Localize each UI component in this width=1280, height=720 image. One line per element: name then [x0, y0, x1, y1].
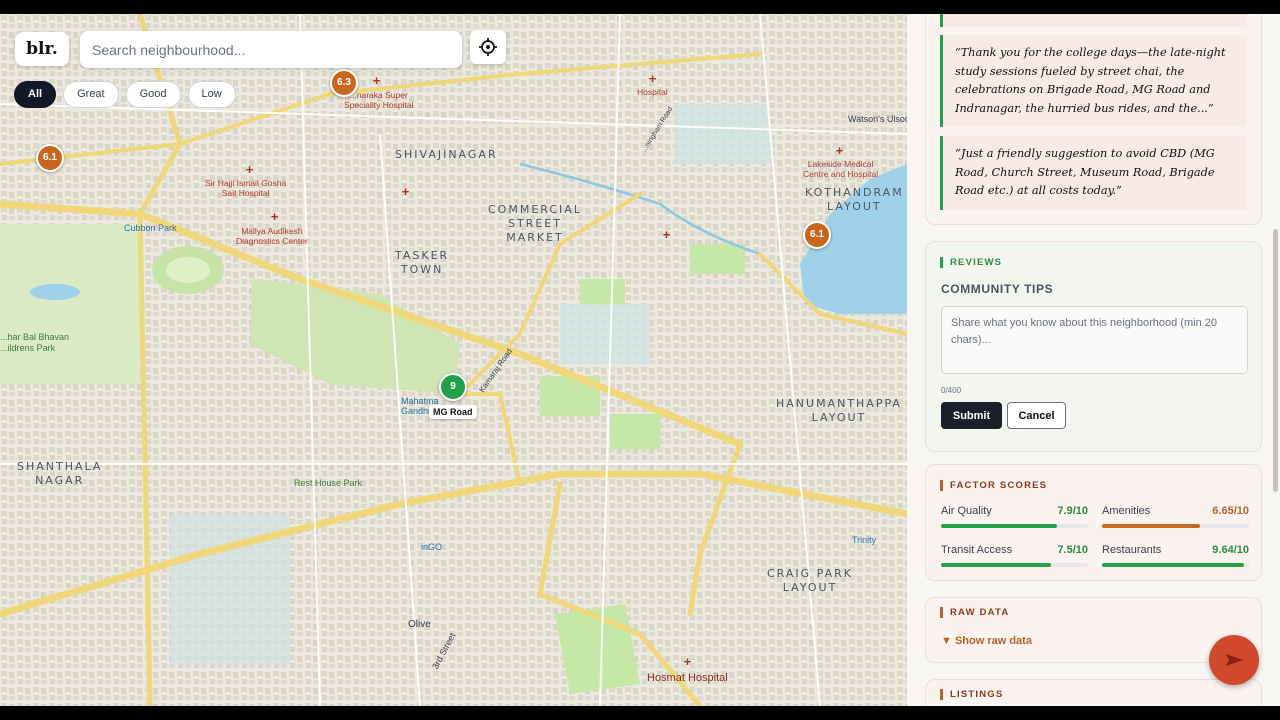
show-raw-data-toggle[interactable]: ▼ Show raw data [941, 635, 1032, 647]
score-marker[interactable]: 6.1 [803, 221, 831, 249]
map-base [0, 14, 907, 706]
factor-value: 9.64/10 [1212, 544, 1249, 556]
factor-name: Air Quality [941, 505, 992, 517]
factor-name: Restaurants [1102, 544, 1162, 556]
factor-bar-fill [941, 524, 1058, 528]
factor-bar-track [1102, 563, 1249, 567]
quote-item: “Just a friendly suggestion to avoid CBD… [940, 136, 1247, 210]
hospital-icon: + [372, 73, 381, 88]
score-marker-selected[interactable]: 9 [439, 373, 467, 401]
factor-bar-fill [941, 563, 1052, 567]
panel-scrollbar[interactable] [1273, 229, 1278, 492]
factor-value: 7.9/10 [1057, 505, 1088, 517]
poi-label-olive: Olive [408, 619, 431, 630]
poi-label-watsons: Watson's Ulsoo [848, 114, 907, 124]
filter-all[interactable]: All [14, 81, 57, 108]
factor-bar-track [941, 563, 1088, 567]
factor-bar-track [1102, 524, 1249, 528]
poi-label-bal-bhavan: ...har Bal Bhavan ...ildrens Park [0, 332, 70, 353]
reviews-card: REVIEWS COMMUNITY TIPS 0/400 Submit Canc… [925, 241, 1262, 452]
map-view[interactable]: SHIVAJINAGAR COMMERCIAL STREET MARKET TA… [0, 14, 907, 706]
poi-label-ingo: inGO [421, 542, 443, 552]
poi-label-rest-house-park: Rest House Park [294, 478, 363, 488]
selected-neighbourhood-label: MG Road [429, 405, 477, 419]
poi-label-cubbon-park: Cubbon Park [124, 223, 177, 233]
filter-good[interactable]: Good [125, 81, 181, 108]
locate-button[interactable] [470, 30, 506, 64]
filter-chips: All Great Good Low [14, 81, 236, 108]
listings-tag: LISTINGS [940, 689, 1003, 700]
poi-label-narayana: ...narakа Super Speciality Hospital [344, 90, 414, 110]
crosshair-icon [479, 38, 497, 56]
poi-label-hosmat: Hosmat Hospital [647, 672, 728, 684]
filter-great[interactable]: Great [63, 81, 119, 108]
raw-data-tag: RAW DATA [940, 607, 1009, 618]
submit-button[interactable]: Submit [941, 402, 1002, 429]
hospital-icon: + [401, 184, 410, 199]
send-icon [1226, 654, 1243, 666]
area-label-shivajinagar: SHIVAJINAGAR [395, 148, 498, 161]
quote-item: “Thank you for the college days—the late… [940, 35, 1247, 127]
poi-label-hospital: Hospital [637, 87, 668, 97]
community-tip-input[interactable] [941, 306, 1248, 374]
app-root: SHIVAJINAGAR COMMERCIAL STREET MARKET TA… [0, 14, 1280, 706]
poi-label-haji-gosha: Sir Hajji Ismail Gosha Sait Hospital [205, 178, 287, 198]
area-label-tasker-town: TASKER TOWN [395, 249, 450, 276]
hospital-icon: + [245, 162, 254, 177]
quote-partial [940, 14, 1247, 27]
factor-bar-track [941, 524, 1088, 528]
community-tips-title: COMMUNITY TIPS [941, 282, 1054, 296]
poi-label-mallya: Mallya Audikesh Diagnostics Center [236, 226, 308, 246]
area-label-commercial-street: COMMERCIAL STREET MARKET [488, 203, 582, 244]
score-marker[interactable]: 6.1 [36, 144, 64, 172]
factor-name: Transit Access [941, 544, 1013, 556]
char-counter: 0/400 [941, 386, 962, 395]
factor-bar-fill [1102, 524, 1200, 528]
hospital-icon: + [648, 71, 657, 86]
send-fab-button[interactable] [1209, 635, 1259, 685]
area-label-hanumanthappa: HANUMANTHAPPA LAYOUT [776, 397, 902, 424]
hospital-icon: + [683, 654, 692, 669]
score-marker[interactable]: 6.3 [330, 69, 358, 97]
hospital-icon: + [270, 209, 279, 224]
hospital-icon: + [662, 227, 671, 242]
area-label-craig-park: CRAIG PARK LAYOUT [767, 567, 853, 594]
filter-low[interactable]: Low [187, 81, 236, 108]
factor-name: Amenities [1102, 505, 1151, 517]
factor-bar-fill [1102, 563, 1244, 567]
app-logo[interactable]: blr. [15, 32, 69, 66]
quotes-card: “Thank you for the college days—the late… [925, 14, 1262, 225]
factor-scores-tag: FACTOR SCORES [940, 480, 1047, 491]
factor-scores-card: FACTOR SCORES Air Quality 7.9/10 Amenities… [925, 464, 1262, 581]
factor-value: 7.5/10 [1057, 544, 1088, 556]
search-input[interactable] [80, 31, 462, 68]
cancel-button[interactable]: Cancel [1007, 402, 1066, 429]
details-panel[interactable]: “Thank you for the college days—the late… [907, 14, 1280, 706]
area-label-kothandram: KOTHANDRAM LAYOUT [805, 186, 904, 213]
poi-label-trinity: Trinity [852, 535, 877, 545]
hospital-icon: + [835, 143, 844, 158]
factor-value: 6.65/10 [1212, 505, 1249, 517]
reviews-section-tag: REVIEWS [940, 257, 1002, 268]
area-label-shanthala: SHANTHALA NAGAR [17, 460, 103, 487]
poi-label-lakeside: Lakeside Medical Centre and Hospital [803, 159, 879, 179]
